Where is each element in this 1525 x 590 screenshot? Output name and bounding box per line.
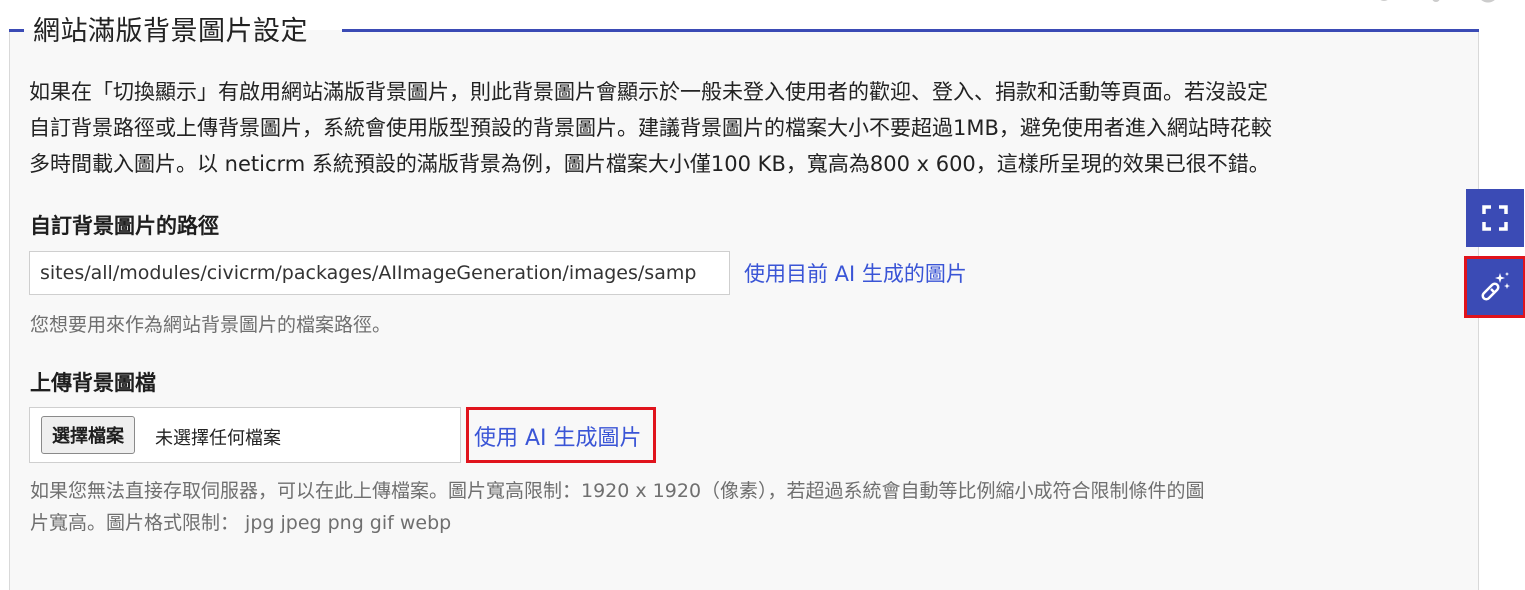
ai-image-generation-button[interactable] (1464, 256, 1525, 318)
use-ai-generate-image-link[interactable]: 使用 AI 生成圖片 (474, 420, 642, 452)
top-toolbar-icons (1370, 0, 1520, 8)
description-line: 自訂背景路徑或上傳背景圖片，系統會使用版型預設的背景圖片。建議背景圖片的檔案大小… (29, 116, 1272, 140)
background-path-input[interactable] (29, 251, 730, 295)
description-line: 多時間載入圖片。以 neticrm 系統預設的滿版背景為例，圖片檔案大小僅100… (29, 152, 1270, 176)
file-status-text: 未選擇任何檔案 (155, 428, 281, 449)
upload-help-line: 片寬高。圖片格式限制： jpg jpeg png gif webp (30, 512, 452, 534)
fullscreen-icon (1482, 205, 1508, 231)
fieldset-border-left (9, 29, 24, 32)
choose-file-button[interactable]: 選擇檔案 (41, 416, 135, 454)
path-label: 自訂背景圖片的路徑 (30, 214, 219, 238)
file-upload-field: 選擇檔案 未選擇任何檔案 (29, 407, 461, 463)
upload-label: 上傳背景圖檔 (30, 371, 156, 395)
path-help-text: 您想要用來作為網站背景圖片的檔案路徑。 (30, 314, 392, 336)
upload-help-line: 如果您無法直接存取伺服器，可以在此上傳檔案。圖片寬高限制：1920 x 1920… (30, 480, 1205, 502)
fieldset-border-right (342, 29, 1479, 32)
fieldset-legend: 網站滿版背景圖片設定 (33, 16, 308, 47)
description: 如果在「切換顯示」有啟用網站滿版背景圖片，則此背景圖片會顯示於一般未登入使用者的… (29, 74, 1454, 182)
description-line: 如果在「切換顯示」有啟用網站滿版背景圖片，則此背景圖片會顯示於一般未登入使用者的… (29, 80, 1268, 104)
upload-help-text: 如果您無法直接存取伺服器，可以在此上傳檔案。圖片寬高限制：1920 x 1920… (30, 475, 1430, 539)
magic-wand-icon (1481, 272, 1510, 301)
use-current-ai-image-link[interactable]: 使用目前 AI 生成的圖片 (744, 258, 967, 288)
fullscreen-button[interactable] (1466, 189, 1524, 247)
